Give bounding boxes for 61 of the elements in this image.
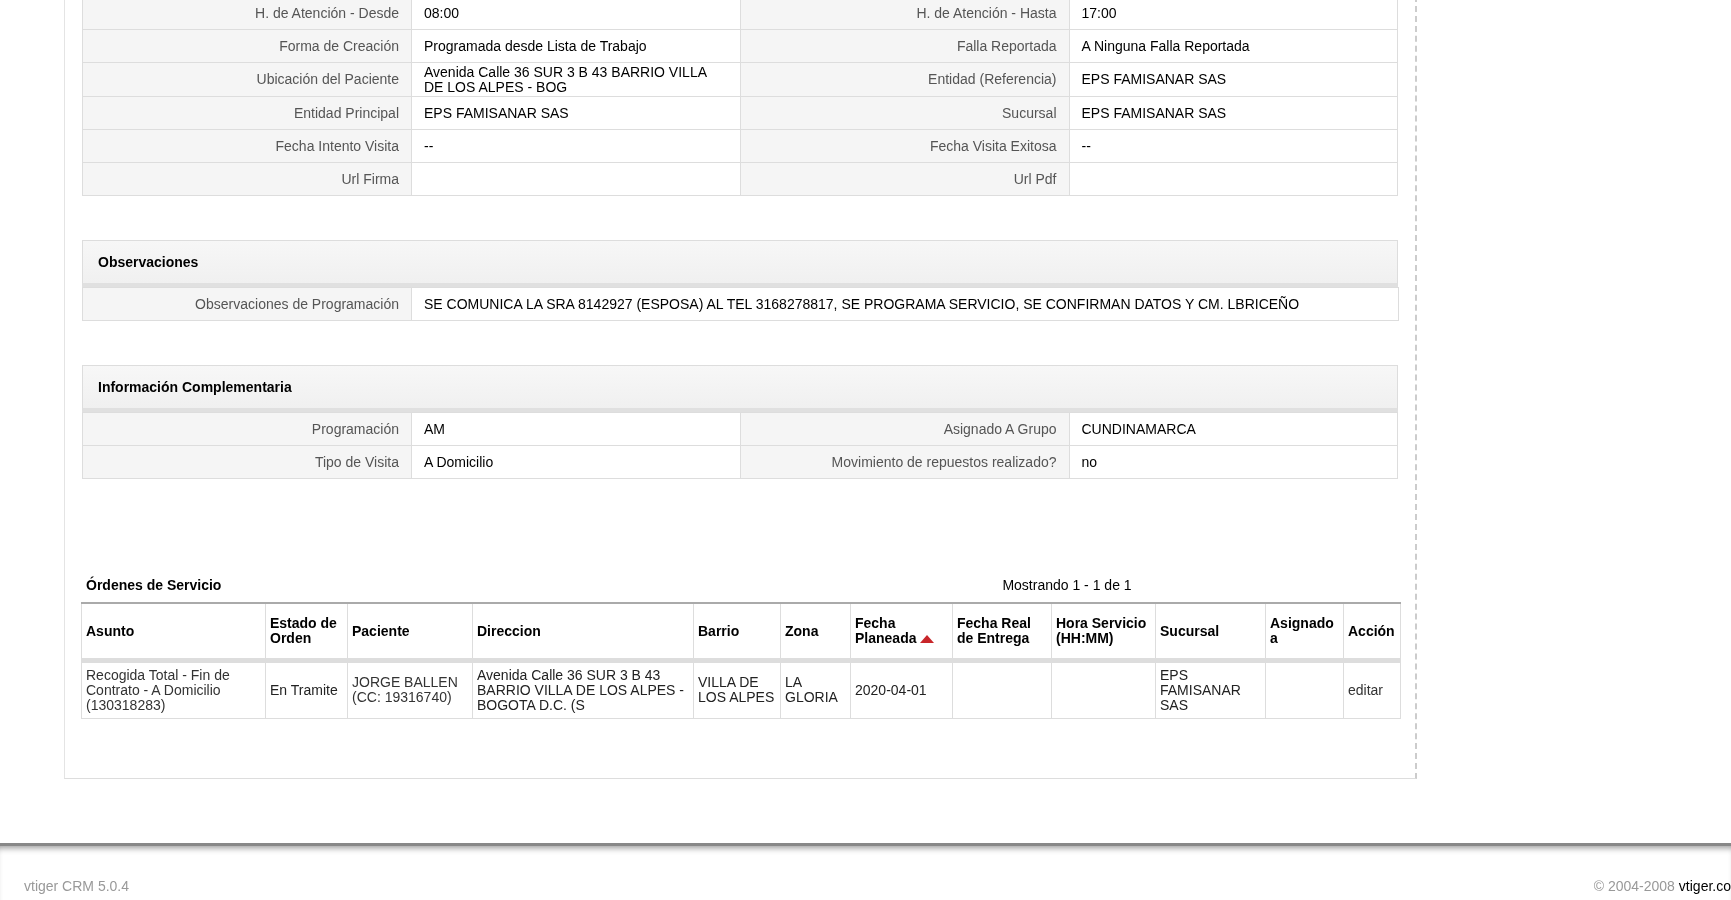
table-cell: VILLA DE LOS ALPES: [698, 675, 776, 706]
record-link[interactable]: JORGE BALLEN (CC: 19316740): [352, 675, 468, 706]
table-cell-text: EPS FAMISANAR SAS: [1160, 667, 1242, 714]
column-header[interactable]: Estado de Orden: [265, 603, 348, 661]
field-value: Programada desde Lista de Trabajo: [411, 29, 740, 63]
field-value: 17:00: [1069, 0, 1398, 30]
field-label: Movimiento de repuestos realizado?: [740, 445, 1069, 479]
website-link[interactable]: vtiger.co: [1678, 876, 1731, 897]
column-header[interactable]: Zona: [780, 603, 851, 661]
field-label: H. de Atención - Hasta: [740, 0, 1069, 30]
column-header[interactable]: Hora Servicio (HH:MM): [1051, 603, 1156, 661]
pagination-text: Mostrando 1 - 1 de 1: [1002, 576, 1132, 596]
column-header[interactable]: Direccion: [472, 603, 694, 661]
table-cell-text: Avenida Calle 36 SUR 3 B 43 BARRIO VILLA DE LOS ALPES - BOGOTA D.C. (S: [477, 667, 685, 714]
field-label: Sucursal: [740, 96, 1069, 130]
copyright-text: © 2004-2008: [1593, 877, 1675, 896]
edit-link[interactable]: editar: [1348, 682, 1396, 698]
field-label: Asignado A Grupo: [740, 412, 1069, 446]
field-value: --: [411, 129, 740, 163]
sort-ascending-icon: [920, 635, 935, 644]
field-label: Forma de Creación: [82, 29, 412, 63]
field-label: Falla Reportada: [740, 29, 1069, 63]
field-label: Url Firma: [82, 162, 412, 196]
field-label: H. de Atención - Desde: [82, 0, 412, 30]
field-value: Avenida Calle 36 SUR 3 B 43 BARRIO VILLA DE LOS ALPES - BOG: [411, 62, 740, 97]
field-value: A Domicilio: [411, 445, 740, 479]
version-text: vtiger CRM 5.0.4: [24, 877, 130, 896]
column-header[interactable]: Paciente: [347, 603, 473, 661]
field-value: SE COMUNICA LA SRA 8142927 (ESPOSA) AL TEL 3168278817, SE PROGRAMA SERVICIO, SE CONFIRMAN DATOS Y CM. LBRICEÑO: [411, 287, 1399, 321]
field-value: EPS FAMISANAR SAS: [411, 96, 740, 130]
record-link[interactable]: Recogida Total - Fin de Contrato - A Domicilio (130318283): [86, 667, 261, 714]
field-value: CUNDINAMARCA: [1069, 412, 1398, 446]
section-header: Información Complementaria: [82, 365, 1398, 413]
field-label: Programación: [82, 412, 412, 446]
field-label: Observaciones de Programación: [82, 287, 412, 321]
field-value: A Ninguna Falla Reportada: [1069, 29, 1398, 63]
column-header[interactable]: Barrio: [693, 603, 781, 661]
field-value: 08:00: [411, 0, 740, 30]
field-value: EPS FAMISANAR SAS: [1069, 62, 1398, 97]
column-header[interactable]: Sucursal: [1155, 603, 1266, 661]
field-label: Fecha Intento Visita: [82, 129, 412, 163]
field-label: Tipo de Visita: [82, 445, 412, 479]
section-header: Observaciones: [82, 240, 1398, 288]
table-cell-text: LA GLORIA: [785, 675, 839, 706]
field-value: AM: [411, 412, 740, 446]
column-header[interactable]: Asignado a: [1265, 603, 1344, 661]
column-header[interactable]: Fecha Planeada: [850, 603, 953, 661]
field-value: --: [1069, 129, 1398, 163]
column-header[interactable]: Fecha Real de Entrega: [952, 603, 1052, 661]
column-header[interactable]: Acción: [1343, 603, 1401, 661]
field-label: Ubicación del Paciente: [82, 62, 412, 97]
field-label: Fecha Visita Exitosa: [740, 129, 1069, 163]
column-header[interactable]: Asunto: [81, 603, 266, 661]
field-label: Entidad Principal: [82, 96, 412, 130]
table-cell-text: 2020-04-01: [855, 682, 928, 698]
field-label: Entidad (Referencia): [740, 62, 1069, 97]
field-value: EPS FAMISANAR SAS: [1069, 96, 1398, 130]
section-title: Órdenes de Servicio: [85, 576, 222, 596]
table-cell-text: En Tramite: [270, 682, 339, 698]
field-value: no: [1069, 445, 1398, 479]
field-label: Url Pdf: [740, 162, 1069, 196]
